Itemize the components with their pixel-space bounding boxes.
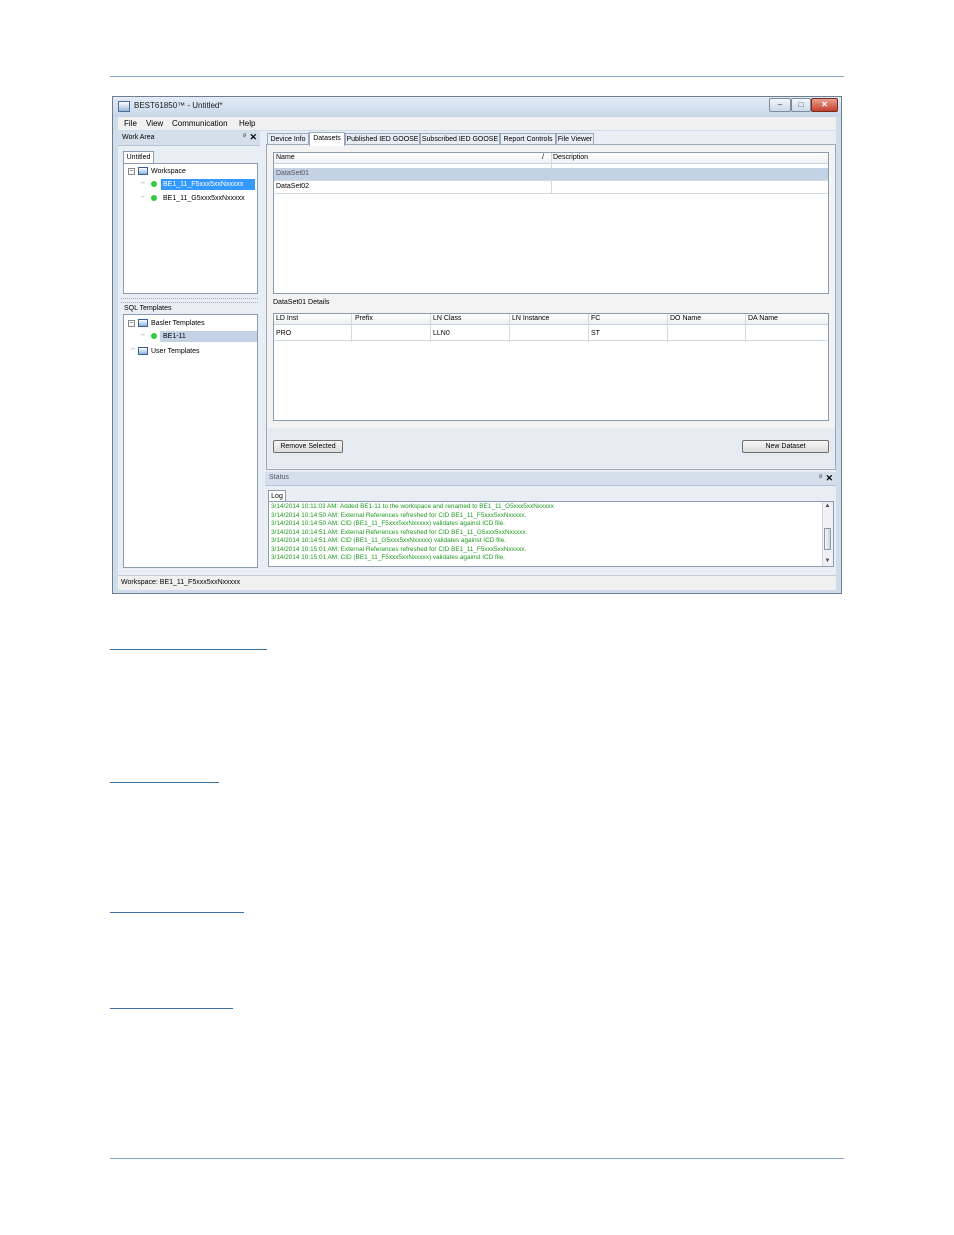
main-area: Device Info Datasets Published IED GOOSE…: [265, 131, 836, 578]
work-area-title: Work Area: [122, 134, 155, 141]
tab-datasets[interactable]: Datasets: [309, 132, 345, 146]
tree-connector: ·-: [140, 180, 145, 187]
menu-help[interactable]: Help: [239, 119, 255, 128]
tab-untitled[interactable]: Untitled: [123, 151, 154, 163]
ln-class-cell: LLN0: [433, 330, 450, 337]
close-button[interactable]: ✕: [811, 98, 838, 112]
table-row[interactable]: PRO LLN0 ST: [274, 328, 828, 341]
details-grid: LD Inst Prefix LN Class LN Instance FC D…: [273, 313, 829, 421]
tree-item-user-templates[interactable]: User Templates: [151, 346, 200, 357]
footer-rule: [110, 1158, 844, 1159]
pin-icon[interactable]: ᵖ: [243, 133, 246, 140]
datasets-grid: Name / Description DataSet01 DataSet02: [273, 152, 829, 294]
header-rule: [110, 76, 844, 77]
datasets-tab-content: Name / Description DataSet01 DataSet02 D…: [266, 144, 836, 470]
log-output: 3/14/2014 10:11:03 AM: Added BE1-11 to t…: [268, 501, 834, 567]
tab-log[interactable]: Log: [268, 490, 286, 501]
column-header-ln-class[interactable]: LN Class: [433, 315, 461, 322]
section-link-underline-1[interactable]: [110, 649, 267, 650]
status-panel: Status ᵖ ✕ Log 3/14/2014 10:11:03 AM: Ad…: [265, 472, 836, 578]
menu-view[interactable]: View: [146, 119, 163, 128]
section-link-underline-3[interactable]: [110, 912, 244, 913]
column-header-fc[interactable]: FC: [591, 315, 600, 322]
log-line: 3/14/2014 10:15:01 AM: External Referenc…: [271, 545, 527, 553]
tree-connector: ·-: [140, 332, 145, 339]
tree-item-be1-11[interactable]: BE1-11: [160, 331, 257, 342]
dataset-name-cell: DataSet02: [276, 183, 310, 190]
sql-templates-title: SQL Templates: [124, 305, 172, 312]
status-title: Status: [269, 474, 289, 481]
button-bar: Remove Selected New Dataset: [267, 428, 835, 468]
column-header-da-name[interactable]: DA Name: [748, 315, 778, 322]
workspace-tree: − Workspace ·- BE1_11_F5xxx5xxNxxxxx ·- …: [123, 163, 258, 294]
log-line: 3/14/2014 10:14:51 AM: CID (BE1_11_G5xxx…: [271, 537, 507, 544]
table-row[interactable]: DataSet01: [274, 168, 828, 181]
tree-item-workspace[interactable]: Workspace: [151, 166, 186, 177]
column-header-prefix[interactable]: Prefix: [355, 315, 373, 322]
work-area-header: Work Area ᵖ ✕: [118, 131, 260, 146]
maximize-button[interactable]: □: [791, 98, 811, 112]
column-header-description[interactable]: Description: [553, 154, 588, 161]
workspace-icon: [138, 167, 148, 175]
new-dataset-button[interactable]: New Dataset: [742, 440, 829, 453]
tree-item-basler-templates[interactable]: Basler Templates: [151, 318, 205, 329]
menu-bar: File View Communication Help: [118, 117, 836, 130]
log-line: 3/14/2014 10:15:01 AM: CID (BE1_11_F5xxx…: [271, 554, 505, 561]
work-area-panel: Work Area ᵖ ✕ Untitled − Workspace ·- BE…: [118, 131, 260, 575]
fc-cell: ST: [591, 330, 600, 337]
dataset-name-cell: DataSet01: [276, 170, 310, 177]
tree-item-device-2[interactable]: BE1_11_G5xxx5xxNxxxxx: [161, 193, 245, 204]
section-link-underline-4[interactable]: [110, 1008, 233, 1009]
tree-connector: ·-: [130, 346, 135, 353]
sql-templates-tree: − Basler Templates ·- BE1-11 ·- User Tem…: [123, 314, 258, 568]
status-bar-text: Workspace: BE1_11_F5xxx5xxNxxxxx: [121, 579, 241, 586]
menu-file[interactable]: File: [124, 119, 137, 128]
minimize-button[interactable]: –: [769, 98, 791, 112]
pin-icon[interactable]: ᵖ: [819, 474, 822, 481]
collapse-icon[interactable]: −: [128, 168, 135, 175]
column-header-name[interactable]: Name: [276, 154, 295, 161]
log-line: 3/14/2014 10:14:50 AM: CID (BE1_11_F5xxx…: [271, 520, 505, 527]
section-link-underline-2[interactable]: [110, 782, 219, 783]
log-line: 3/14/2014 10:11:03 AM: Added BE1-11 to t…: [271, 503, 554, 510]
remove-selected-button[interactable]: Remove Selected: [273, 440, 343, 453]
scrollbar-thumb[interactable]: [824, 528, 831, 550]
tree-connector: ·-: [140, 194, 145, 201]
close-icon[interactable]: ✕: [825, 473, 833, 484]
title-bar: BEST61850™ - Untitled* – □ ✕: [113, 97, 841, 117]
scroll-up-icon[interactable]: ▲: [823, 502, 832, 511]
template-folder-icon: [138, 319, 148, 327]
log-line: 3/14/2014 10:14:51 AM: External Referenc…: [271, 528, 528, 536]
scroll-down-icon[interactable]: ▼: [823, 557, 832, 566]
template-folder-icon: [138, 347, 148, 355]
log-line: 3/14/2014 10:14:50 AM: External Referenc…: [271, 511, 527, 519]
window-title: BEST61850™ - Untitled*: [134, 101, 223, 110]
status-bar: Workspace: BE1_11_F5xxx5xxNxxxxx: [118, 575, 836, 590]
collapse-icon[interactable]: −: [128, 320, 135, 327]
sort-indicator-icon: /: [542, 154, 544, 161]
column-header-ld-inst[interactable]: LD Inst: [276, 315, 298, 322]
ld-inst-cell: PRO: [276, 330, 292, 337]
column-header-do-name[interactable]: DO Name: [670, 315, 701, 322]
table-row[interactable]: DataSet02: [274, 181, 828, 194]
menu-communication[interactable]: Communication: [172, 119, 228, 128]
app-icon: [118, 101, 130, 112]
details-label: DataSet01 Details: [273, 299, 330, 306]
app-window: BEST61850™ - Untitled* – □ ✕ File View C…: [112, 96, 842, 594]
client-area: Work Area ᵖ ✕ Untitled − Workspace ·- BE…: [118, 131, 836, 578]
status-dot-icon: [151, 181, 157, 187]
status-header: Status ᵖ ✕: [265, 472, 836, 486]
tree-item-device-1[interactable]: BE1_11_F5xxx5xxNxxxxx: [161, 179, 255, 190]
status-dot-icon: [151, 195, 157, 201]
log-scrollbar[interactable]: ▲ ▼: [822, 502, 833, 566]
column-header-ln-instance[interactable]: LN Instance: [512, 315, 549, 322]
panel-splitter[interactable]: [121, 298, 258, 303]
status-dot-icon: [151, 333, 157, 339]
close-icon[interactable]: ✕: [249, 132, 257, 143]
